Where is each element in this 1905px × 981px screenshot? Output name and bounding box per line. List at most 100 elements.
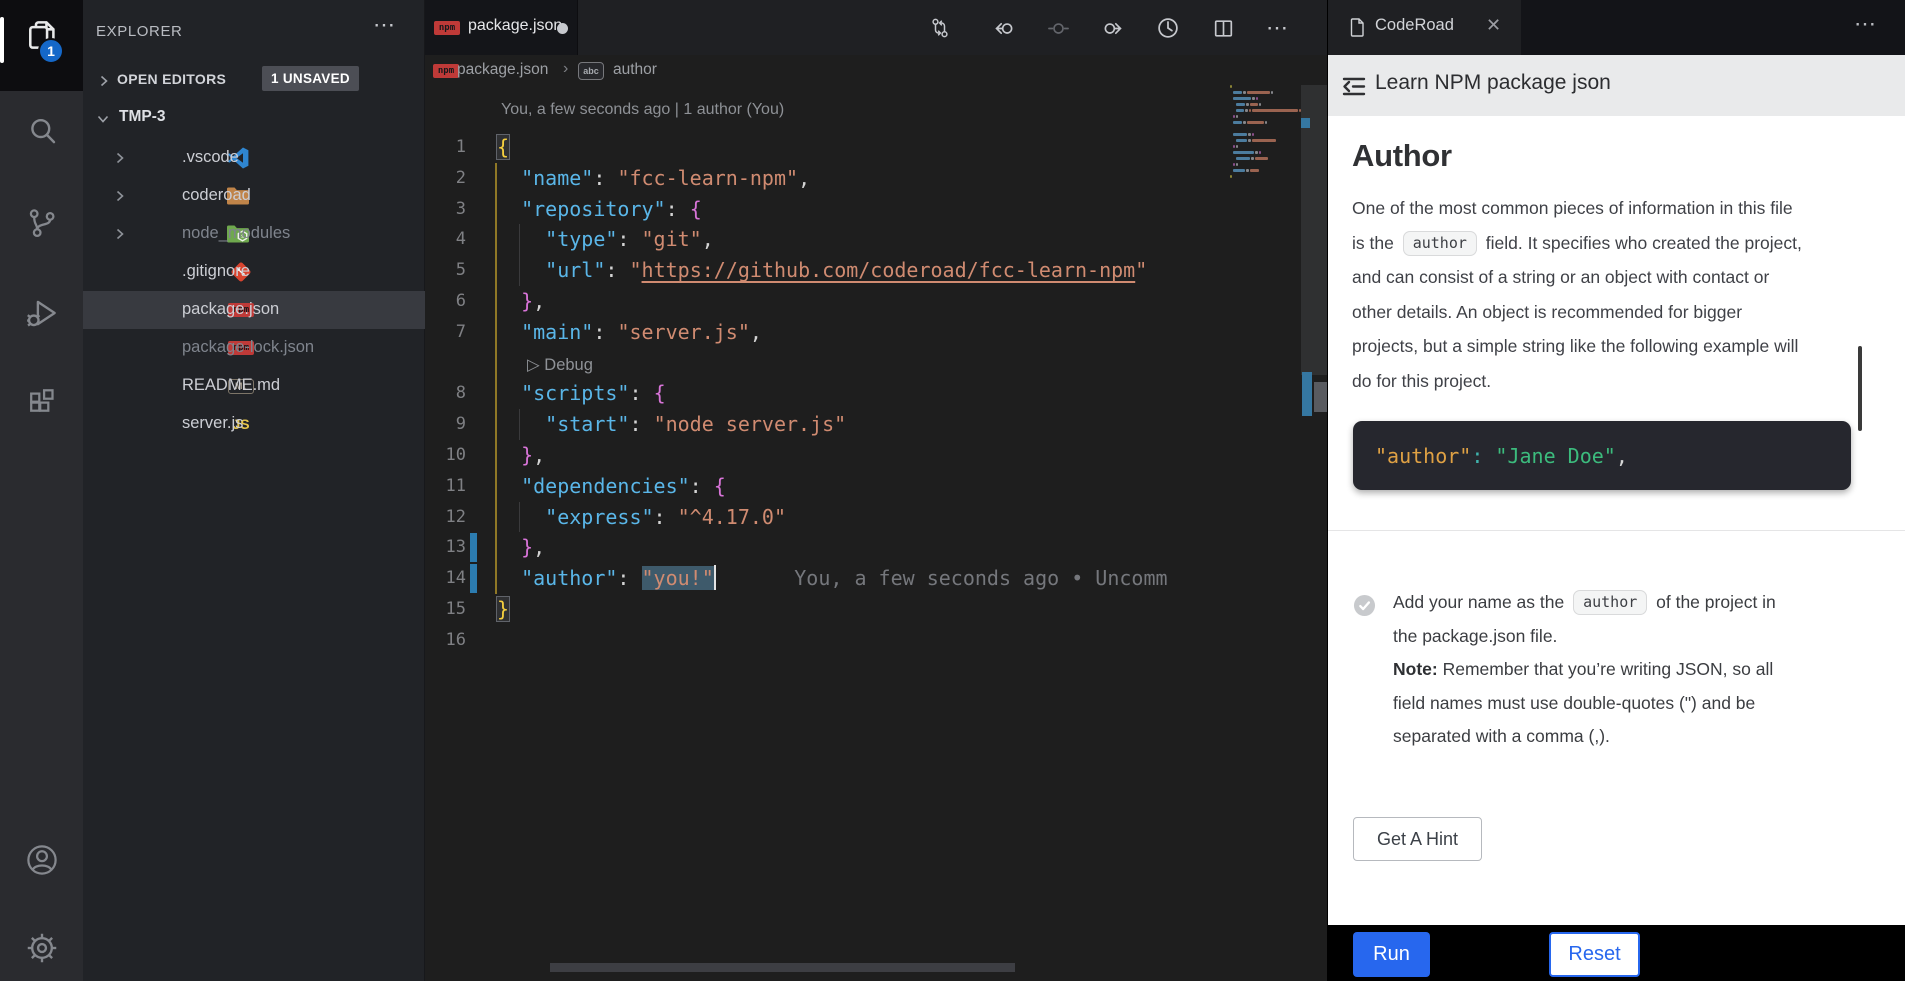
split-editor-icon[interactable] <box>1208 13 1238 43</box>
minimap-line <box>1248 133 1251 136</box>
code-line-9[interactable]: 9 "start": "node server.js" <box>425 409 1230 440</box>
code-line-12[interactable]: 12 "express": "^4.17.0" <box>425 502 1230 533</box>
minimap-line <box>1233 91 1242 94</box>
reset-button[interactable]: Reset <box>1549 932 1640 977</box>
file-row-README-md[interactable]: M↓README.md <box>83 367 425 405</box>
sidebar-more-actions[interactable]: ⋯ <box>373 12 397 38</box>
activity-item-source-control[interactable] <box>0 188 83 258</box>
scrollbar-thumb-fragment[interactable] <box>1314 382 1327 412</box>
code-line-5[interactable]: 5 "url": "https://github.com/coderoad/fc… <box>425 255 1230 286</box>
dirty-indicator-icon[interactable] <box>557 23 568 34</box>
blame-codelens[interactable]: You, a few seconds ago | 1 author (You) <box>501 101 784 119</box>
file-name: .vscode <box>182 148 239 167</box>
activity-item-explorer[interactable]: 1 <box>0 0 83 91</box>
next-change-icon[interactable] <box>1098 13 1128 43</box>
line-number: 12 <box>425 502 466 533</box>
line-number: 1 <box>425 132 466 163</box>
code-line-13[interactable]: 13 }, <box>425 532 1230 563</box>
minimap-line <box>1233 115 1235 118</box>
inline-blame: You, a few seconds ago • Uncomm <box>794 566 1167 590</box>
minimap-line <box>1251 157 1254 160</box>
modified-marker <box>1301 118 1310 128</box>
code-token: , <box>1616 444 1628 468</box>
activity-item-run-debug[interactable] <box>0 278 83 348</box>
current-change-icon[interactable] <box>1043 13 1073 43</box>
code-line-2[interactable]: 2 "name": "fcc-learn-npm", <box>425 163 1230 194</box>
activity-item-settings[interactable] <box>0 913 83 981</box>
tab-package-json[interactable]: npm package.json <box>425 0 578 55</box>
debug-codelens[interactable]: ▷ Debug <box>527 356 593 374</box>
line-number: 4 <box>425 224 466 255</box>
text-line: other details. An object is recommended … <box>1352 302 1872 337</box>
code-line-11[interactable]: 11 "dependencies": { <box>425 471 1230 502</box>
extensions-icon <box>24 384 60 420</box>
minimap-line <box>1252 139 1276 142</box>
vscode-window: 1 <box>0 0 1905 981</box>
text-cursor <box>714 565 717 590</box>
activity-item-extensions[interactable] <box>0 367 83 437</box>
file-row-server-js[interactable]: JSserver.js <box>83 405 425 443</box>
modified-line-marker <box>470 533 477 562</box>
code-editor[interactable]: You, a few seconds ago | 1 author (You) … <box>425 90 1230 981</box>
horizontal-scrollbar[interactable] <box>550 963 1015 972</box>
file-row-node-modules[interactable]: snode_modules <box>83 215 425 253</box>
text: field names must use double-quotes (") a… <box>1393 693 1755 713</box>
code-line-7[interactable]: 7 "main": "server.js", <box>425 317 1230 348</box>
get-hint-button[interactable]: Get A Hint <box>1353 817 1482 861</box>
minimap-line <box>1256 97 1258 100</box>
code-line-15[interactable]: 15} <box>425 594 1230 625</box>
file-name: package-lock.json <box>182 338 314 357</box>
minimap-line <box>1233 145 1235 148</box>
code-line-1[interactable]: 1{ <box>425 132 1230 163</box>
breadcrumb-file[interactable]: package.json <box>457 61 548 79</box>
tutorial-title: Learn NPM package json <box>1375 71 1611 95</box>
previous-change-icon[interactable] <box>988 13 1018 43</box>
activity-item-account[interactable] <box>0 825 83 895</box>
file-row--gitignore[interactable]: .gitignore <box>83 253 425 291</box>
line-number: 8 <box>425 378 466 409</box>
breadcrumb-symbol[interactable]: author <box>613 61 657 79</box>
close-icon[interactable]: ✕ <box>1486 15 1501 36</box>
panel-bottom-bar: Run Reset <box>1328 925 1905 981</box>
profile-icon[interactable] <box>1153 13 1183 43</box>
code-line-10[interactable]: 10 }, <box>425 440 1230 471</box>
code-line-4[interactable]: 4 "type": "git", <box>425 224 1230 255</box>
npm-icon: npm <box>434 21 460 35</box>
code-token: "author" <box>1375 444 1471 468</box>
minimap-line <box>1233 121 1242 124</box>
panel-scrollbar[interactable] <box>1858 346 1862 431</box>
code-line-16[interactable]: 16 <box>425 625 1230 656</box>
run-and-debug-icon <box>23 294 61 332</box>
breadcrumb[interactable]: npm package.json › abc author <box>425 55 1327 89</box>
code-line-3[interactable]: 3 "repository": { <box>425 194 1230 225</box>
activity-item-search[interactable] <box>0 96 83 166</box>
code-line-8[interactable]: 8 "scripts": { <box>425 378 1230 409</box>
activity-bar: 1 <box>0 0 83 981</box>
scrollbar-thumb[interactable] <box>1301 85 1327 375</box>
text-line: Add your name as the author of the proje… <box>1393 592 1873 626</box>
file-row-package-lock-json[interactable]: npmpackage-lock.json <box>83 329 425 367</box>
active-indicator <box>0 17 4 63</box>
editor-more-actions[interactable]: ⋯ <box>1263 13 1293 43</box>
line-number: 14 <box>425 563 466 594</box>
code-line-6[interactable]: 6 }, <box>425 286 1230 317</box>
code-line-14[interactable]: 14 "author": "you!"You, a few seconds ag… <box>425 563 1230 594</box>
minimap-line <box>1255 151 1258 154</box>
panel-more-actions[interactable]: ⋯ <box>1854 11 1878 37</box>
file-row--vscode[interactable]: .vscode <box>83 139 425 177</box>
file-row-package-json[interactable]: npmpackage.json <box>83 291 425 329</box>
codelens-debug[interactable]: ▷ Debug <box>425 348 1230 379</box>
file-row-coderoad[interactable]: coderoad <box>83 177 425 215</box>
minimap-line <box>1271 91 1273 94</box>
chevron-right-icon <box>96 73 112 89</box>
tab-coderoad[interactable]: CodeRoad ✕ <box>1328 0 1521 55</box>
minimap-line <box>1248 139 1251 142</box>
text: Add your name as the <box>1393 592 1569 612</box>
minimap[interactable] <box>1230 85 1302 205</box>
git-compare-icon[interactable] <box>925 13 955 43</box>
tree-root-tmp-3[interactable]: TMP-3 <box>83 100 425 136</box>
open-editors-section[interactable]: OPEN EDITORS 1 UNSAVED <box>83 63 425 98</box>
file-name: README.md <box>182 376 280 395</box>
overview-ruler[interactable] <box>1301 85 1327 965</box>
run-button[interactable]: Run <box>1353 932 1430 977</box>
